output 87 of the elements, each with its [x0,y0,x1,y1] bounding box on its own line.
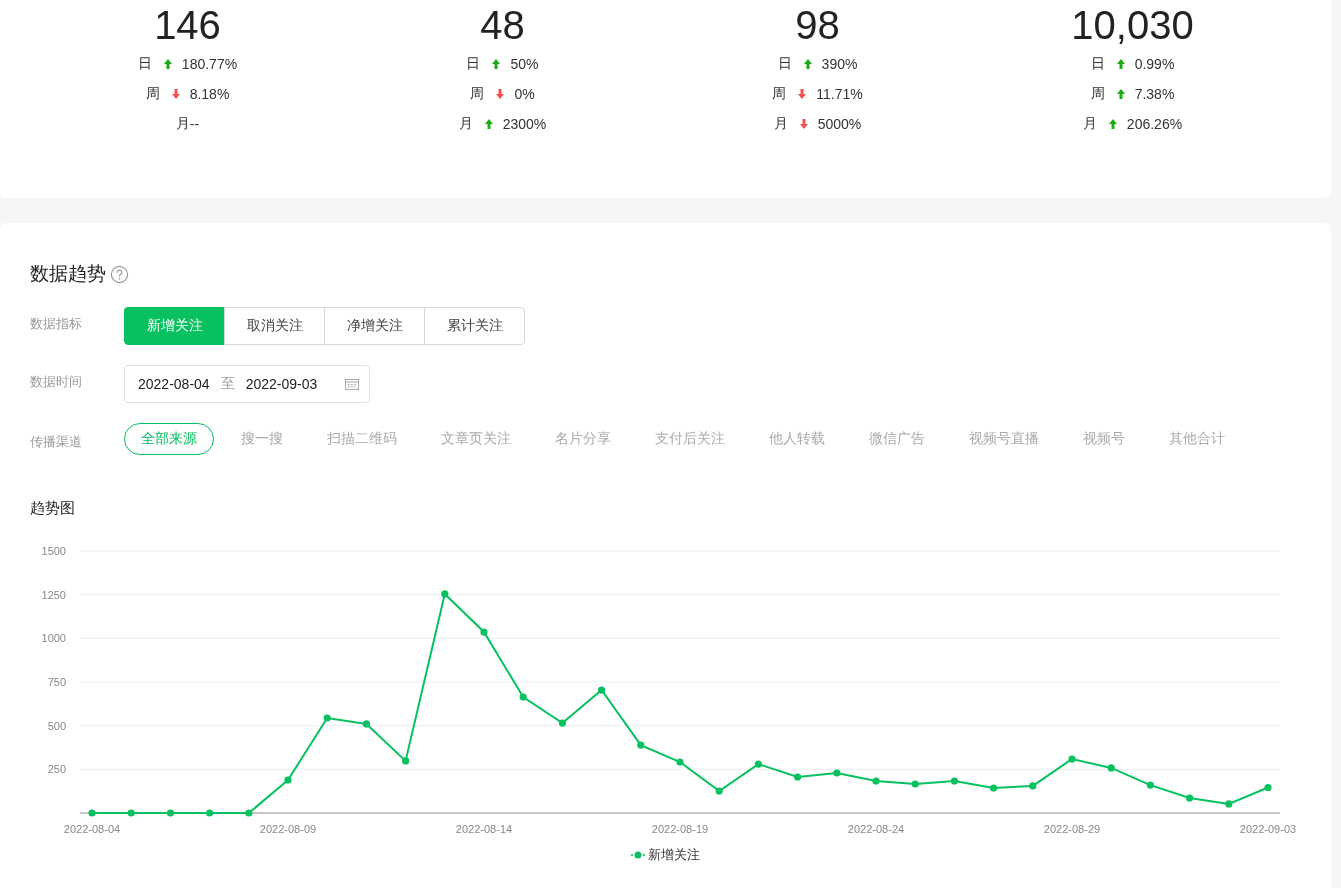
data-point [1107,764,1115,772]
y-axis-label: 1000 [41,632,66,645]
change-value: 11.71% [816,86,863,102]
data-point [284,776,292,784]
data-point [1186,794,1194,802]
change-value: 390% [821,56,858,72]
period-label: 月 [458,115,473,133]
stat-value: 146 [154,2,221,49]
data-point [206,809,214,817]
data-point [872,777,880,785]
change-value: -- [189,116,200,132]
x-axis-label: 2022-08-09 [259,823,317,835]
stat-value: 98 [795,2,840,49]
stat-value: 10,030 [1071,2,1194,49]
data-point [833,769,841,777]
change-value: 206.26% [1126,116,1183,132]
change-value: 5000% [817,116,862,132]
x-axis-label: 2022-08-24 [847,823,905,835]
data-point [127,809,135,817]
filter-label: 数据时间 [30,373,83,391]
y-axis-label: 1250 [41,588,66,601]
period-label: 日 [466,55,481,73]
data-point [362,720,370,728]
data-point [598,686,606,694]
y-axis-label: 750 [47,676,66,688]
chart-title: 趋势图 [30,499,76,518]
data-point [166,809,174,817]
data-point [1068,755,1076,763]
help-icon[interactable] [110,264,129,284]
x-axis-label: 2022-08-04 [63,823,121,835]
y-axis-label: 250 [47,763,66,776]
legend-label: 新增关注 [648,846,700,864]
metric-tab[interactable]: 取消关注 [224,307,325,345]
period-label: 日 [777,55,792,73]
x-axis-label: 2022-08-14 [455,823,513,835]
data-point [323,714,331,722]
change-value: 2300% [502,116,547,132]
section-title: 数据趋势 [30,262,106,286]
data-point [88,809,96,817]
period-label: 月 [175,115,190,133]
data-point [990,784,998,792]
period-label: 周 [145,85,160,103]
change-value: 180.77% [181,56,238,72]
data-point [480,628,488,636]
period-label: 周 [470,85,485,103]
change-value: 50% [510,56,539,72]
metric-tab[interactable]: 累计关注 [424,307,525,345]
data-point [950,777,958,785]
metric-tab[interactable]: 净增关注 [324,307,425,345]
period-label: 月 [1082,115,1097,133]
metric-tab[interactable]: 新增关注 [124,307,225,345]
data-point [754,760,762,768]
data-point [794,773,802,781]
period-label: 周 [1090,85,1105,103]
x-axis-label: 2022-08-19 [651,823,709,835]
date-range-field[interactable]: 2022-08-04 至 2022-09-03 [124,365,370,403]
y-axis-label: 1500 [41,545,66,557]
data-point [1029,782,1037,790]
data-point [715,787,723,795]
period-label: 日 [1090,55,1105,73]
stat-value: 48 [480,2,525,49]
data-point [441,590,449,598]
filter-label: 数据指标 [30,315,83,333]
period-label: 周 [772,85,787,103]
data-point [676,758,684,766]
change-value: 8.18% [189,86,230,102]
change-value: 0.99% [1134,56,1175,72]
data-point [637,741,645,749]
legend-marker-icon [631,850,645,860]
x-axis-label: 2022-08-29 [1043,823,1101,835]
data-point [558,719,566,727]
data-point [519,693,527,701]
data-point [1264,783,1272,792]
filter-label: 传播渠道 [30,433,83,451]
data-point [1146,781,1154,789]
channel-tab[interactable]: 全部来源 [124,423,214,455]
data-point [1225,800,1233,808]
period-label: 月 [773,115,788,133]
y-axis-label: 500 [47,719,66,732]
x-axis-label: 2022-09-03 [1239,823,1297,835]
data-point [402,757,410,765]
change-value: 0% [514,86,535,102]
change-value: 7.38% [1134,86,1175,102]
period-label: 日 [137,55,152,73]
calendar-icon [345,378,359,390]
data-point [911,780,919,788]
data-point [245,809,253,817]
